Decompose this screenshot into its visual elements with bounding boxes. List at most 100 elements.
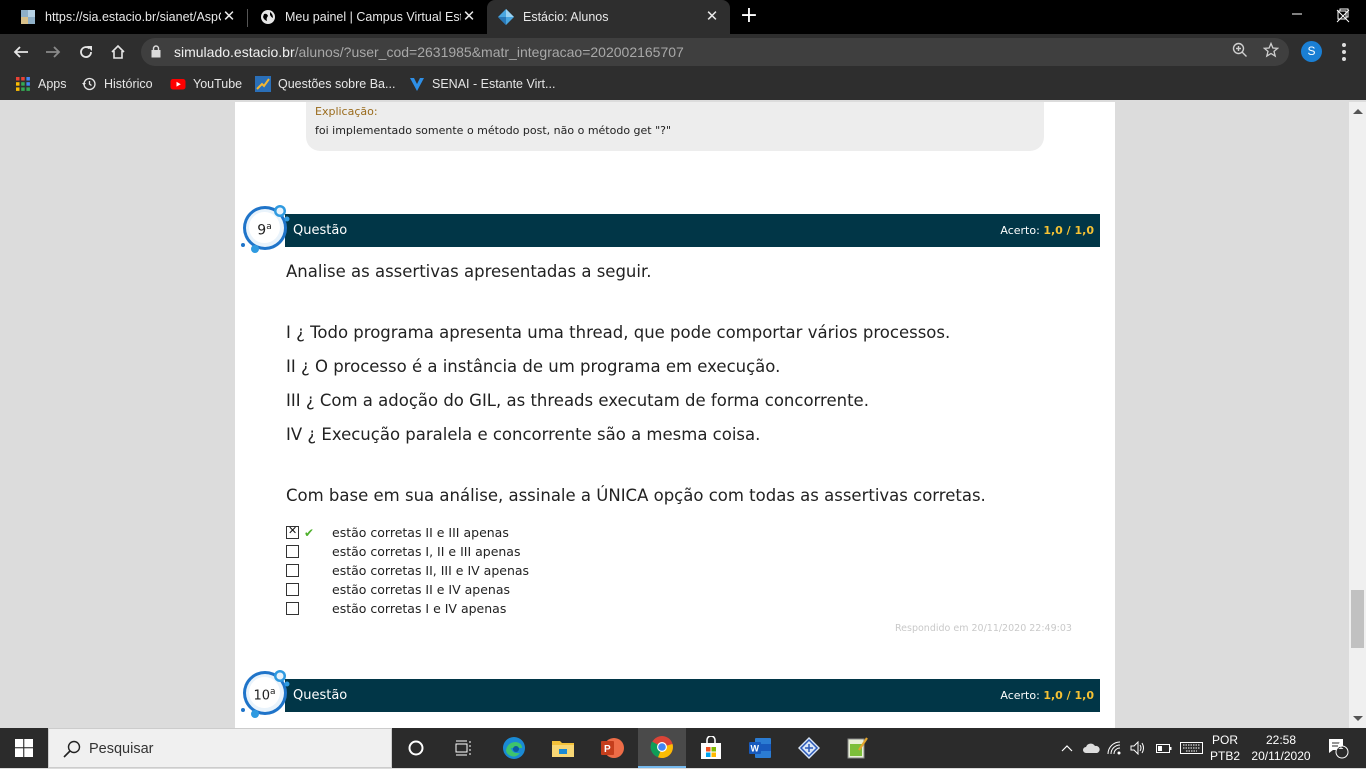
score-separator: / bbox=[1062, 689, 1075, 702]
bookmark-senai[interactable]: SENAI - Estante Virt... bbox=[409, 70, 555, 98]
file-explorer-button[interactable] bbox=[539, 728, 587, 768]
touch-keyboard-button[interactable] bbox=[1178, 728, 1204, 768]
star-icon bbox=[1262, 41, 1280, 58]
bookmark-historico[interactable]: Histórico bbox=[81, 70, 153, 98]
assertion-4: IV ¿ Execução paralela e concorrente são… bbox=[286, 425, 761, 444]
battery-icon bbox=[1156, 743, 1172, 753]
cortana-button[interactable] bbox=[392, 728, 440, 768]
score-max: 1,0 bbox=[1074, 224, 1095, 237]
bookmarks-bar: Apps Histórico YouTube Questões sobre Ba… bbox=[0, 70, 1366, 100]
home-button[interactable] bbox=[106, 40, 130, 64]
scrollbar-thumb[interactable] bbox=[1351, 590, 1364, 648]
new-tab-button[interactable]: + bbox=[738, 5, 760, 27]
history-icon bbox=[82, 77, 96, 91]
bookmark-questoes[interactable]: Questões sobre Ba... bbox=[255, 70, 395, 98]
assertion-3: III ¿ Com a adoção do GIL, as threads ex… bbox=[286, 391, 869, 410]
correct-check-icon: ✔ bbox=[304, 525, 315, 540]
close-tab-icon[interactable]: ✕ bbox=[461, 9, 477, 25]
bookmark-star-button[interactable] bbox=[1261, 41, 1281, 62]
powerpoint-button[interactable]: P bbox=[588, 728, 636, 768]
tab-estacio-alunos[interactable]: Estácio: Alunos ✕ bbox=[487, 0, 730, 34]
word-icon: W bbox=[749, 738, 771, 758]
language-code: POR bbox=[1211, 733, 1238, 747]
question-label: Questão bbox=[293, 688, 348, 703]
question-label: Questão bbox=[293, 223, 348, 238]
question-10-header: Questão Acerto: 1,0 / 1,0 bbox=[285, 679, 1100, 712]
ordinal-suffix: a bbox=[270, 687, 276, 697]
taskbar-search[interactable]: Pesquisar bbox=[48, 728, 392, 768]
onedrive-button[interactable] bbox=[1081, 728, 1101, 768]
clock-button[interactable]: 22:58 20/11/2020 bbox=[1244, 732, 1318, 764]
chrome-button[interactable] bbox=[638, 728, 686, 768]
notepad-app-button[interactable] bbox=[833, 728, 881, 768]
tab-sia-estacio[interactable]: https://sia.estacio.br/sianet/AspC ✕ bbox=[0, 0, 247, 34]
network-app-button[interactable] bbox=[785, 728, 833, 768]
back-button[interactable] bbox=[9, 40, 33, 64]
score-label: Acerto: bbox=[1000, 224, 1040, 237]
forward-button[interactable] bbox=[41, 40, 65, 64]
show-hidden-icons-button[interactable] bbox=[1057, 728, 1077, 768]
reload-icon bbox=[80, 46, 92, 58]
bookmark-label: SENAI - Estante Virt... bbox=[432, 77, 556, 91]
explanation-label: Explicação: bbox=[315, 105, 378, 118]
task-view-icon bbox=[455, 740, 471, 756]
option-text: estão corretas II e III apenas bbox=[332, 525, 509, 540]
question-number-badge: 9a bbox=[239, 201, 291, 253]
tab-title: Meu painel | Campus Virtual Está bbox=[285, 10, 461, 24]
question-number-value: 10 bbox=[253, 688, 271, 704]
edge-button[interactable] bbox=[490, 728, 538, 768]
answer-option[interactable]: estão corretas I, II e III apenas bbox=[286, 542, 520, 561]
zoom-button[interactable] bbox=[1230, 42, 1250, 62]
answer-option[interactable]: estão corretas II e IV apenas bbox=[286, 580, 510, 599]
start-button[interactable] bbox=[0, 728, 48, 768]
explanation-box: Explicação: foi implementado somente o m… bbox=[306, 102, 1044, 151]
answer-option[interactable]: ✔ estão corretas II e III apenas bbox=[286, 523, 509, 542]
close-icon bbox=[1336, 9, 1350, 23]
exam-content: Explicação: foi implementado somente o m… bbox=[235, 102, 1115, 728]
windows-taskbar: Pesquisar P W POR PTB2 22:58 20/11/2020 … bbox=[0, 728, 1366, 768]
store-button[interactable] bbox=[687, 728, 735, 768]
bookmark-label: Histórico bbox=[104, 77, 153, 91]
wifi-button[interactable] bbox=[1105, 728, 1125, 768]
bookmark-label: Apps bbox=[38, 77, 67, 91]
url-text[interactable]: simulado.estacio.br/alunos/?user_cod=263… bbox=[174, 38, 684, 66]
senai-icon bbox=[410, 78, 424, 91]
option-checkbox[interactable] bbox=[286, 564, 299, 577]
input-language-button[interactable]: POR PTB2 bbox=[1208, 732, 1242, 764]
scroll-up-arrow-icon[interactable] bbox=[1353, 109, 1363, 114]
task-view-button[interactable] bbox=[440, 728, 488, 768]
explanation-text: foi implementado somente o método post, … bbox=[315, 124, 672, 137]
page-scrollbar[interactable] bbox=[1349, 102, 1366, 728]
battery-button[interactable] bbox=[1154, 728, 1174, 768]
tab-campus-virtual[interactable]: Meu painel | Campus Virtual Está ✕ bbox=[247, 0, 487, 34]
scroll-down-arrow-icon[interactable] bbox=[1353, 716, 1363, 721]
bookmark-youtube[interactable]: YouTube bbox=[170, 70, 242, 98]
browser-menu-button[interactable] bbox=[1334, 40, 1354, 64]
close-tab-icon[interactable]: ✕ bbox=[221, 9, 237, 25]
file-explorer-icon bbox=[552, 741, 574, 757]
browser-tab-strip: https://sia.estacio.br/sianet/AspC ✕ Meu… bbox=[0, 0, 1366, 34]
youtube-icon bbox=[170, 79, 186, 90]
question-number: 9a bbox=[249, 212, 280, 243]
profile-avatar[interactable]: S bbox=[1301, 41, 1322, 62]
score-label: Acerto: bbox=[1000, 689, 1040, 702]
home-icon bbox=[111, 44, 125, 59]
option-checkbox-checked[interactable] bbox=[286, 524, 299, 539]
word-button[interactable]: W bbox=[736, 728, 784, 768]
volume-button[interactable] bbox=[1128, 728, 1148, 768]
option-checkbox[interactable] bbox=[286, 602, 299, 615]
close-window-button[interactable] bbox=[1321, 0, 1366, 32]
option-checkbox[interactable] bbox=[286, 545, 299, 558]
svg-text:P: P bbox=[604, 744, 611, 755]
reload-button[interactable] bbox=[74, 40, 98, 64]
address-bar[interactable]: simulado.estacio.br/alunos/?user_cod=263… bbox=[141, 38, 1289, 66]
chevron-up-icon bbox=[1061, 745, 1073, 752]
option-checkbox[interactable] bbox=[286, 583, 299, 596]
answer-option[interactable]: estão corretas II, III e IV apenas bbox=[286, 561, 529, 580]
action-center-button[interactable]: 1 bbox=[1318, 728, 1358, 768]
question-number: 10a bbox=[249, 677, 280, 708]
close-tab-icon[interactable]: ✕ bbox=[704, 9, 720, 25]
minimize-button[interactable] bbox=[1274, 0, 1320, 32]
bookmark-apps[interactable]: Apps bbox=[15, 70, 67, 98]
answer-option[interactable]: estão corretas I e IV apenas bbox=[286, 599, 506, 618]
